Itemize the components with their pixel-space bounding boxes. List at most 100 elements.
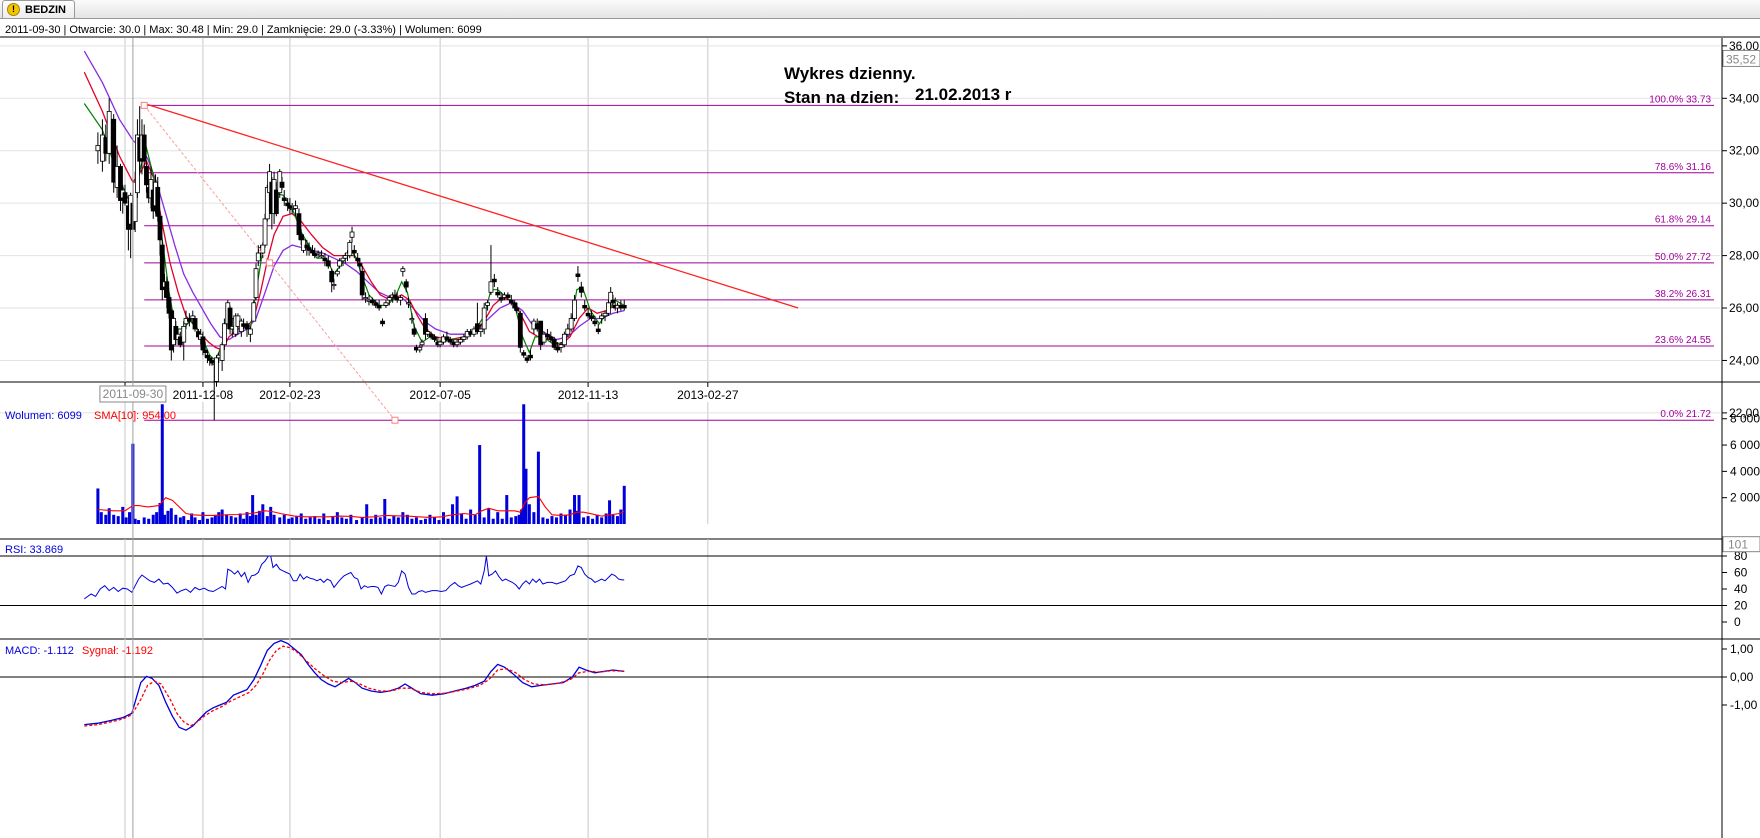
volume-bar	[464, 518, 468, 524]
volume-bar	[442, 512, 446, 524]
volume-bar	[96, 488, 100, 524]
price-tick-label: 32,00	[1729, 144, 1759, 158]
candle	[380, 318, 385, 327]
volume-bar	[505, 495, 509, 524]
rsi-panel: 020406080101	[0, 536, 1760, 629]
candle	[287, 197, 293, 214]
volume-bar	[568, 509, 572, 524]
volume-bar	[355, 520, 359, 524]
candle	[359, 266, 365, 301]
volume-bar	[166, 510, 170, 524]
candle	[95, 132, 101, 164]
volume-bar	[234, 517, 238, 524]
price-box-label: 35,52	[1726, 52, 1756, 66]
volume-bar	[155, 512, 159, 524]
macd-tick-label: -1,00	[1730, 698, 1758, 712]
candle	[159, 239, 165, 301]
candle-body	[432, 336, 437, 340]
volume-bar	[392, 516, 396, 524]
candle	[349, 226, 355, 243]
volume-bar	[287, 518, 291, 524]
macd-legend: MACD: -1.112	[5, 645, 74, 657]
volume-bar	[178, 517, 182, 524]
stock-chart[interactable]: 100.0% 33.73 78.6% 31.16 61.8% 29.14 50.0% …	[0, 19, 1760, 838]
candle	[181, 321, 187, 361]
rsi-tick-label: 40	[1734, 582, 1748, 596]
volume-bar	[432, 517, 436, 524]
volume-bar	[564, 514, 568, 524]
candle-body	[325, 260, 331, 267]
annotation-line1: Wykres dzienny.	[784, 64, 916, 83]
candle	[403, 279, 409, 293]
volume-bar	[278, 517, 282, 524]
volume-bar	[527, 504, 531, 524]
candle	[141, 124, 147, 167]
candle-body	[514, 307, 520, 312]
volume-bar	[344, 518, 348, 524]
tab-bedzin[interactable]: ! BEDZIN	[2, 0, 75, 18]
candle-body	[610, 299, 616, 304]
volume-bar	[193, 517, 197, 524]
volume-bar	[460, 513, 464, 524]
candle	[347, 239, 353, 259]
volume-bar	[582, 517, 586, 524]
candle	[589, 310, 594, 322]
candle-body	[106, 111, 112, 154]
volume-bar	[257, 510, 261, 524]
candle-body	[521, 352, 527, 356]
volume-bar	[550, 516, 554, 524]
volume-bar	[414, 517, 418, 524]
volume-bar	[317, 518, 321, 524]
volume-bar	[272, 514, 276, 524]
price-tick-label: 26,00	[1729, 301, 1759, 315]
fib-level-label: 23.6% 24.55	[1655, 335, 1712, 346]
candle	[251, 300, 257, 322]
candle-body	[347, 242, 353, 256]
candle-body	[227, 307, 233, 330]
volume-bar	[116, 516, 120, 524]
volume-tick-label: 2 000	[1730, 491, 1760, 505]
volume-bar	[169, 508, 173, 524]
warning-icon: !	[7, 3, 20, 16]
candle-body	[380, 320, 385, 325]
volume-bar	[128, 512, 132, 524]
volume-tick-label: 4 000	[1730, 464, 1760, 478]
candle-body	[400, 268, 406, 272]
volume-bar	[469, 509, 473, 524]
cursor-date-label: 2011-09-30	[103, 387, 164, 401]
candle	[253, 263, 259, 301]
candle-body	[247, 328, 253, 335]
volume-bar	[174, 514, 178, 524]
volume-bar	[423, 518, 427, 524]
volume-bar	[369, 518, 373, 524]
candle-body	[406, 302, 411, 305]
volume-bar	[217, 512, 221, 524]
candle-body	[417, 346, 423, 351]
volume-bar	[242, 518, 246, 524]
candle	[383, 300, 389, 309]
volume-bar	[121, 506, 125, 524]
volume-bar	[213, 514, 217, 524]
volume-bar	[595, 514, 599, 524]
rsi-box-label: 101	[1728, 538, 1748, 552]
volume-bar	[198, 520, 202, 524]
candle-body	[331, 284, 337, 287]
tab-bar: ! BEDZIN	[0, 0, 1760, 19]
candle-body	[296, 213, 302, 236]
candle	[118, 163, 123, 212]
candle-body	[214, 357, 219, 382]
candle-body	[202, 349, 208, 353]
candle-body	[621, 305, 627, 309]
candle-body	[157, 215, 163, 241]
candle-body	[488, 281, 494, 293]
candle-body	[95, 145, 101, 152]
fibonacci-levels: 100.0% 33.73 78.6% 31.16 61.8% 29.14 50.0% …	[144, 94, 1714, 421]
volume-bar	[265, 516, 269, 524]
candle-body	[376, 305, 382, 309]
candle-body	[551, 339, 557, 348]
candle-body	[337, 260, 343, 267]
candle-body	[411, 328, 417, 335]
volume-bar	[147, 518, 151, 524]
candle-body	[572, 299, 577, 319]
candle-body	[363, 297, 368, 300]
